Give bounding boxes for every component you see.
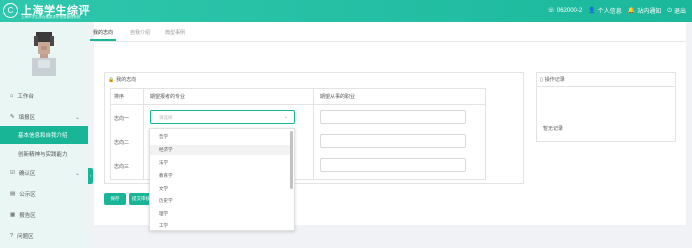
logout-icon: ⏻: [667, 7, 672, 14]
career-input-2[interactable]: [320, 134, 466, 148]
operation-log-title: ▯ 操作记录: [540, 76, 565, 84]
tab-bar: 我的志向 自我介绍 典型事例: [89, 22, 686, 42]
logout-action[interactable]: ⏻ 退出: [667, 6, 686, 16]
dropdown-option[interactable]: 文学: [150, 184, 290, 194]
tab-self-intro[interactable]: 自我介绍: [130, 29, 150, 36]
column-header-career: 期望从事的职业: [320, 94, 356, 100]
chevron-down-icon: ⌄: [283, 114, 288, 120]
row-label-2: 志向二: [114, 140, 130, 146]
dropdown-option[interactable]: 经济学: [150, 145, 290, 155]
dropdown-option[interactable]: 工学: [150, 221, 290, 230]
check-icon: ☑: [10, 170, 15, 176]
sidebar-collapse-toggle[interactable]: ‹: [88, 168, 93, 184]
dropdown-option[interactable]: 教育学: [150, 171, 290, 181]
dropdown-option[interactable]: 理学: [150, 209, 290, 219]
home-icon: ⌂: [10, 93, 14, 99]
sidebar-item-question[interactable]: ? 问题区: [0, 227, 88, 245]
user-icon: 👤: [588, 7, 596, 14]
question-icon: ?: [10, 233, 14, 239]
dropdown-option[interactable]: 历史学: [150, 196, 290, 206]
phone-icon: ☏: [547, 7, 555, 14]
edit-icon: ✎: [10, 114, 15, 120]
avatar[interactable]: [30, 30, 58, 76]
empty-log-text: 暂无记录: [543, 126, 564, 132]
major-dropdown-menu: 哲学 经济学 法学 教育学 文学 历史学 理学 工学: [149, 128, 295, 231]
notification-action[interactable]: 🔔 站内通知: [627, 6, 662, 16]
lock-icon: 🔒: [108, 76, 115, 83]
career-input-3[interactable]: [320, 158, 466, 172]
aspiration-panel-title: 🔒 我的志向: [108, 76, 137, 84]
sidebar-item-fill[interactable]: ✎ 填报区 ⌄: [0, 108, 88, 126]
top-bar: C 上海学生综评 上海市学生综合素质评价信息管理系统 ☏ 062000-2 👤 个人…: [0, 0, 692, 22]
report-icon: ▦: [10, 212, 16, 218]
chevron-down-icon: ⌄: [74, 170, 80, 177]
tab-cases[interactable]: 典型事例: [165, 29, 185, 36]
profile-action[interactable]: 👤 个人信息: [588, 6, 622, 16]
column-header-order: 排序: [114, 94, 125, 100]
dropdown-scrollbar[interactable]: [290, 131, 293, 189]
sidebar: ⌂ 工作台 ✎ 填报区 ⌄ 基本信息和自我介绍 创新精神与实践能力 ☑ 确认区 …: [0, 22, 88, 248]
public-icon: ▤: [10, 191, 16, 197]
sidebar-item-public[interactable]: ▤ 公示区: [0, 185, 88, 203]
major-select-1[interactable]: 请选择 ⌄: [150, 110, 295, 124]
row-label-3: 志向三: [114, 164, 130, 170]
sidebar-item-confirm[interactable]: ☑ 确认区 ⌄: [0, 164, 88, 182]
save-button[interactable]: 保存: [104, 193, 126, 205]
phone-action[interactable]: ☏ 062000-2: [547, 6, 582, 15]
bell-icon: 🔔: [627, 7, 636, 14]
chevron-down-icon: ⌄: [74, 114, 80, 121]
app-subtitle: 上海市学生综合素质评价信息管理系统: [21, 15, 81, 19]
sidebar-item-report[interactable]: ▦ 报告区: [0, 206, 88, 224]
logo-icon: C: [3, 3, 18, 18]
career-input-1[interactable]: [320, 110, 466, 124]
sidebar-item-basic-info[interactable]: 基本信息和自我介绍: [0, 126, 88, 144]
dropdown-option[interactable]: 法学: [150, 158, 290, 168]
dropdown-option[interactable]: 哲学: [150, 132, 290, 142]
tab-aspiration[interactable]: 我的志向: [89, 29, 117, 41]
column-header-major: 期望报考的专业: [150, 94, 186, 100]
row-label-1: 志向一: [114, 116, 130, 122]
log-icon: ▯: [540, 76, 543, 83]
top-actions: ☏ 062000-2 👤 个人信息 🔔 站内通知 ⏻ 退出: [547, 6, 686, 16]
sidebar-item-workbench[interactable]: ⌂ 工作台: [0, 87, 88, 105]
sidebar-item-innovation[interactable]: 创新精神与实践能力: [0, 145, 88, 163]
